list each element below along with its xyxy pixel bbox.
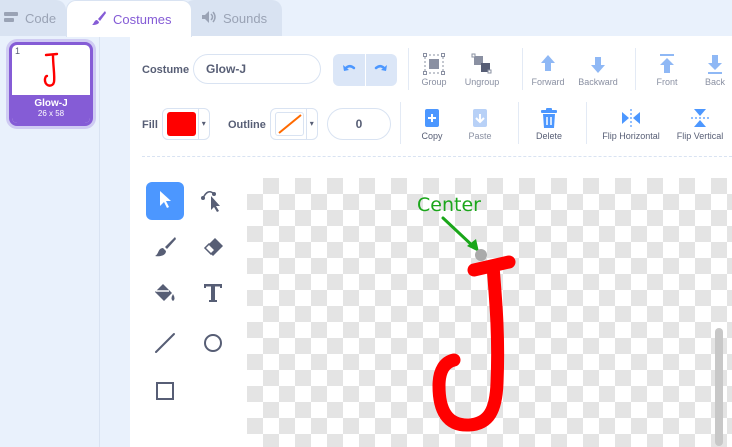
outline-color-picker[interactable]: ▾: [270, 108, 318, 140]
canvas-scrollbar[interactable]: [715, 328, 723, 446]
eraser-icon: [201, 235, 225, 264]
costume-label: Costume: [142, 64, 190, 76]
ungroup-button[interactable]: Ungroup: [451, 53, 513, 87]
toolbar-separator: [142, 156, 732, 157]
flip-horizontal-icon: [596, 107, 666, 129]
ungroup-icon: [451, 53, 513, 75]
rectangle-icon: [154, 380, 176, 407]
fill-color-swatch: [167, 112, 196, 136]
back-label: Back: [704, 77, 725, 87]
line-tool[interactable]: [146, 326, 184, 364]
paste-label: Paste: [468, 131, 492, 141]
circle-tool[interactable]: [194, 326, 232, 364]
circle-icon: [202, 332, 224, 359]
no-outline-icon: [275, 112, 304, 136]
ungroup-label: Ungroup: [464, 77, 500, 87]
paint-editor: Costume Glow-J Group Ungroup Forward Bac…: [130, 36, 732, 447]
chevron-down-icon: ▾: [197, 109, 209, 139]
center-annotation: Center: [417, 194, 481, 252]
delete-label: Delete: [535, 131, 562, 141]
brush-tool[interactable]: [146, 230, 184, 268]
text-icon: [202, 282, 224, 309]
fill-tool[interactable]: [146, 276, 184, 314]
text-tool[interactable]: [194, 276, 232, 314]
back-button[interactable]: Back: [684, 53, 732, 87]
paste-icon: [449, 107, 511, 129]
rectangle-tool[interactable]: [146, 374, 184, 412]
tab-sounds-label: Sounds: [223, 11, 268, 26]
costume-item[interactable]: 1 Glow-J 26 x 58: [9, 42, 93, 126]
paintbrush-icon: [91, 10, 107, 29]
tab-costumes[interactable]: Costumes: [66, 0, 192, 37]
undo-icon: [341, 61, 357, 79]
line-icon: [154, 332, 176, 359]
costume-info: Glow-J 26 x 58: [12, 95, 90, 123]
arrow-select-icon: [156, 189, 174, 214]
paste-button[interactable]: Paste: [449, 107, 511, 141]
flip-vertical-label: Flip Vertical: [676, 131, 724, 141]
reshape-tool[interactable]: [194, 182, 232, 220]
undo-button[interactable]: [333, 54, 365, 86]
flip-horizontal-button[interactable]: Flip Horizontal: [596, 107, 666, 141]
backward-icon: [567, 53, 629, 75]
delete-button[interactable]: Delete: [518, 107, 580, 141]
copy-label: Copy: [421, 131, 443, 141]
costume-size: 26 x 58: [37, 109, 65, 118]
fill-label: Fill: [142, 119, 158, 131]
speaker-icon: [201, 10, 217, 27]
backward-label: Backward: [578, 77, 618, 87]
costume-name-input[interactable]: Glow-J: [193, 54, 321, 84]
outline-label: Outline: [228, 119, 266, 131]
chevron-down-icon: ▾: [305, 109, 317, 139]
front-label: Front: [656, 77, 678, 87]
select-tool[interactable]: [146, 182, 184, 220]
rotation-center-marker: [475, 249, 487, 261]
flip-vertical-icon: [668, 107, 732, 129]
paint-canvas[interactable]: Center: [247, 178, 732, 447]
fill-color-picker[interactable]: ▾: [162, 108, 210, 140]
costume-list: 1 Glow-J 26 x 58: [0, 36, 100, 447]
brush-icon: [153, 235, 177, 264]
flip-vertical-button[interactable]: Flip Vertical: [668, 107, 732, 141]
undo-redo-group: [333, 54, 397, 86]
forward-label: Forward: [531, 77, 565, 87]
outline-width-input[interactable]: 0: [327, 108, 391, 140]
tab-code-label: Code: [25, 11, 57, 26]
tab-costumes-label: Costumes: [113, 11, 172, 27]
backward-button[interactable]: Backward: [567, 53, 629, 87]
group-label: Group: [421, 77, 447, 87]
editor-tabs: Code Costumes Sounds: [0, 0, 732, 37]
eraser-tool[interactable]: [194, 230, 232, 268]
costume-name: Glow-J: [34, 98, 68, 109]
tab-code[interactable]: Code: [0, 0, 66, 36]
redo-button[interactable]: [364, 54, 397, 86]
fill-bucket-icon: [153, 281, 177, 310]
redo-icon: [373, 61, 389, 79]
flip-horizontal-label: Flip Horizontal: [602, 131, 660, 141]
toolbar-divider: [586, 102, 587, 144]
reshape-icon: [200, 186, 226, 217]
tab-sounds[interactable]: Sounds: [184, 0, 282, 36]
code-blocks-icon: [3, 11, 19, 26]
back-icon: [684, 53, 732, 75]
costume-thumbnail: [12, 45, 90, 95]
center-annotation-label: Center: [417, 194, 481, 216]
costume-drawing[interactable]: [432, 255, 516, 432]
trash-icon: [518, 107, 580, 129]
